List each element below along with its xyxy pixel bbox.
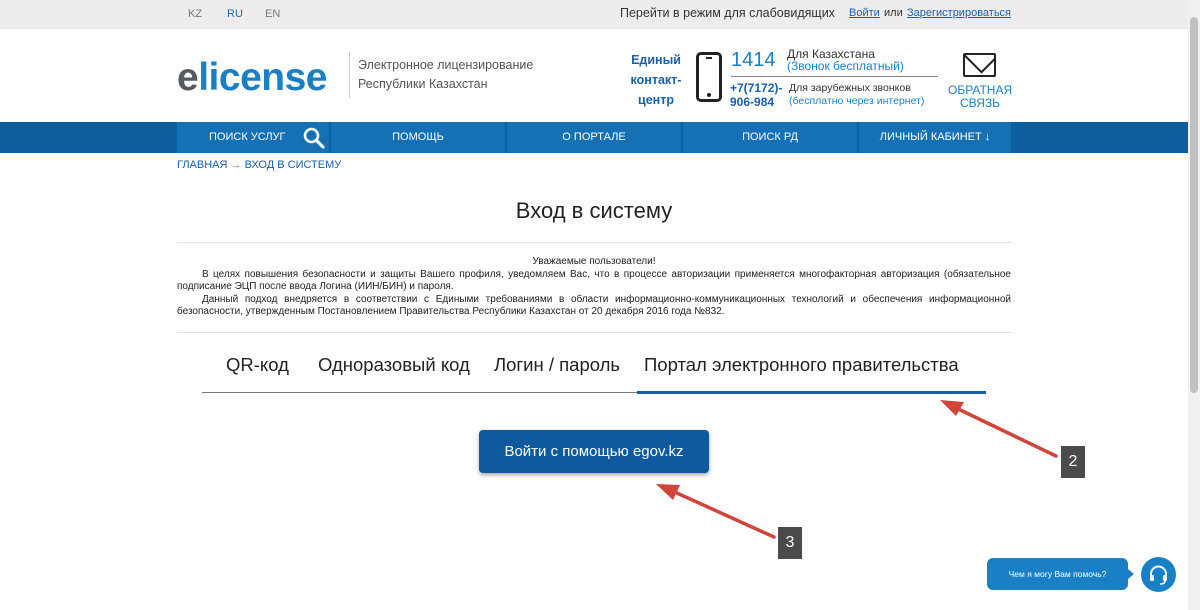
tagline-line-1: Электронное лицензирование (358, 58, 534, 72)
tab-egov-portal[interactable]: Портал электронного правительства (644, 354, 959, 376)
arrow-2-head (940, 400, 964, 416)
notice-paragraph-2: Данный подход внедряется в соответствии … (177, 293, 1011, 318)
contact-title-line-3: центр (638, 93, 674, 107)
arrow-2-line (950, 404, 1058, 458)
chat-launcher-button[interactable] (1141, 557, 1176, 592)
search-icon[interactable] (303, 127, 325, 149)
phone-short-note: (Звонок бесплатный) (787, 59, 904, 73)
nav-item-label: О ПОРТАЛЕ (562, 131, 626, 143)
site-tagline: Электронное лицензирование Республики Ка… (358, 56, 558, 94)
mail-icon[interactable] (963, 53, 996, 77)
nav-item-help[interactable]: ПОМОЩЬ (331, 122, 505, 153)
breadcrumb-home[interactable]: ГЛАВНАЯ (177, 159, 227, 171)
elicense-logo[interactable]: elicense (177, 58, 327, 98)
feedback-link[interactable]: ОБРАТНАЯ СВЯЗЬ (948, 84, 1012, 110)
egov-login-button[interactable]: Войти с помощью egov.kz (479, 430, 709, 473)
egov-login-page: KZ RU EN Перейти в режим для слабовидящи… (0, 0, 1200, 610)
register-link[interactable]: Зарегистрироваться (907, 7, 1011, 19)
notice-divider (177, 332, 1011, 333)
logo-divider (349, 52, 350, 98)
phone-intl-note: (бесплатно через интернет) (789, 95, 925, 107)
nav-item-label: ПОИСК РД (742, 131, 798, 143)
nav-item-search-rd[interactable]: ПОИСК РД (683, 122, 857, 153)
nav-item-label: ПОИСК УСЛУГ (209, 131, 286, 143)
contact-divider (731, 76, 938, 77)
nav-item-about[interactable]: О ПОРТАЛЕ (507, 122, 681, 153)
breadcrumb: ГЛАВНАЯ → ВХОД В СИСТЕМУ (177, 159, 341, 171)
phone-short-number: 1414 (731, 49, 776, 71)
headset-icon (1150, 565, 1167, 585)
phone-intl-number: +7(7172)- 906-984 (730, 81, 790, 109)
arrow-3-line (666, 487, 776, 539)
breadcrumb-separator: → (230, 159, 242, 171)
feedback-line-2: СВЯЗЬ (959, 96, 1001, 110)
lang-kz[interactable]: KZ (188, 8, 202, 20)
breadcrumb-current: ВХОД В СИСТЕМУ (244, 159, 342, 171)
or-text: или (884, 7, 903, 19)
tab-qr-code[interactable]: QR-код (226, 354, 289, 376)
tagline-line-2: Республики Казахстан (358, 77, 488, 91)
lang-en[interactable]: EN (265, 8, 280, 20)
step-marker-3: 3 (778, 527, 802, 559)
page-title: Вход в систему (515, 198, 673, 223)
tab-login-password[interactable]: Логин / пароль (494, 354, 620, 376)
scrollbar-thumb[interactable] (1190, 17, 1198, 393)
nav-item-cabinet[interactable]: ЛИЧНЫЙ КАБИНЕТ ↓ (859, 122, 1011, 153)
phone-intl-label: Для зарубежных звонков (789, 82, 911, 94)
login-link[interactable]: Войти (849, 7, 880, 19)
contact-center-title: Единый контакт- центр (624, 50, 688, 110)
notice-greeting: Уважаемые пользователи! (532, 256, 656, 267)
logo-e: e (177, 56, 199, 99)
nav-item-label: ПОМОЩЬ (392, 131, 444, 143)
title-divider (177, 242, 1011, 243)
arrow-3-head (656, 484, 680, 500)
security-notice: Уважаемые пользователи! В целях повышени… (177, 256, 1011, 319)
chat-prompt-bubble[interactable]: Чем я могу Вам помочь? (987, 558, 1134, 590)
phone-intl-line-2: 906-984 (730, 95, 775, 109)
tab-active-indicator (637, 391, 986, 394)
notice-paragraph-1: В целях повышения безопасности и защиты … (177, 268, 1011, 293)
lang-ru[interactable]: RU (227, 8, 243, 20)
low-vision-link[interactable]: Перейти в режим для слабовидящих (620, 6, 835, 20)
phone-intl-line-1: +7(7172)- (730, 81, 783, 95)
logo-text: license (198, 56, 327, 99)
phone-icon (696, 52, 722, 102)
step-marker-2: 2 (1061, 446, 1085, 478)
tab-one-time-code[interactable]: Одноразовый код (318, 354, 470, 376)
contact-title-line-2: контакт- (630, 73, 682, 87)
contact-title-line-1: Единый (631, 53, 681, 67)
nav-item-label: ЛИЧНЫЙ КАБИНЕТ ↓ (879, 131, 991, 143)
